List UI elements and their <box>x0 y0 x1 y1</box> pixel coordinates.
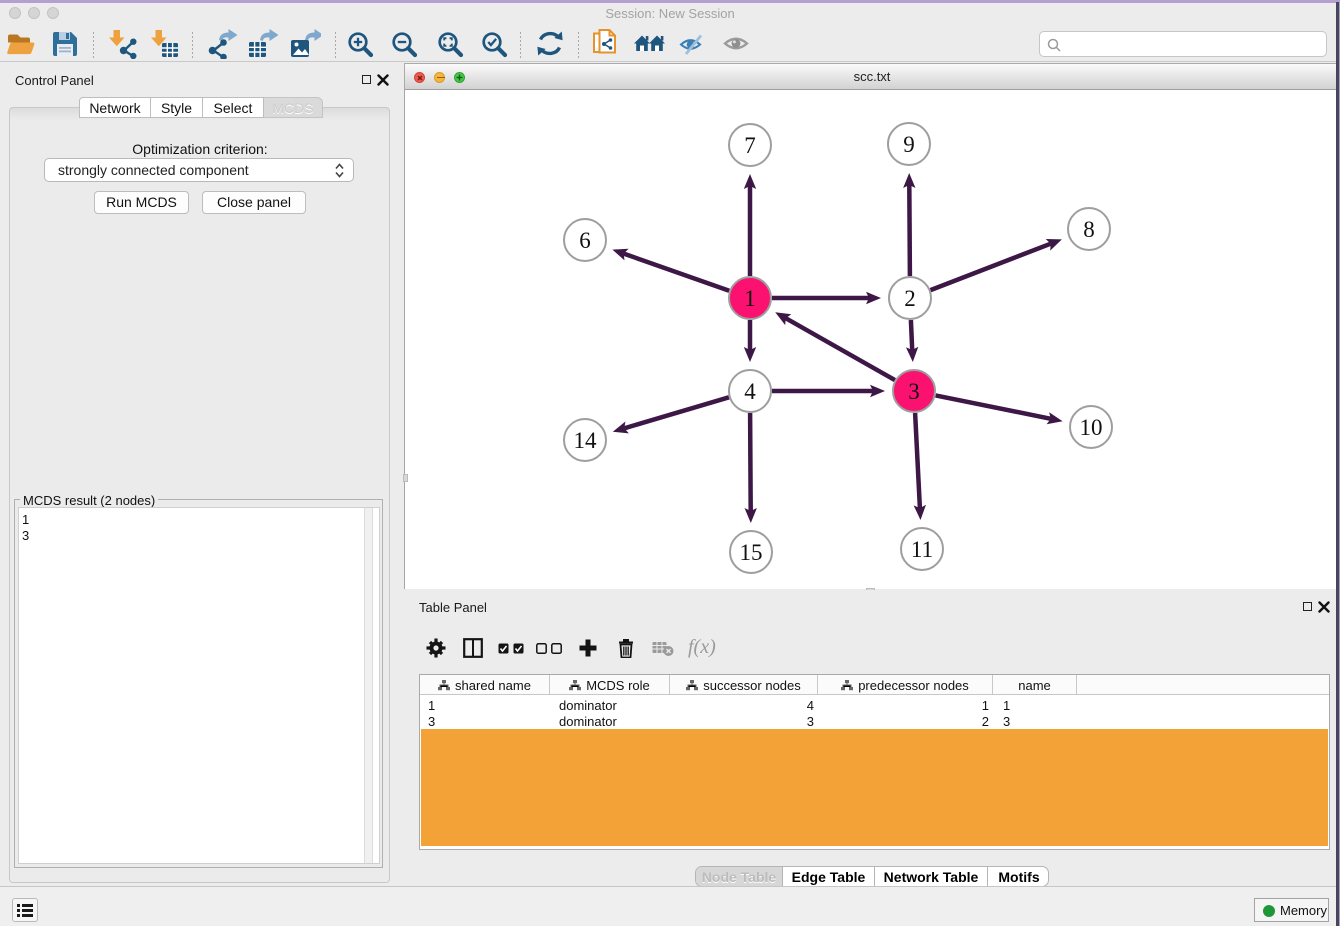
svg-text:9: 9 <box>903 132 915 157</box>
svg-text:2: 2 <box>904 286 916 311</box>
svg-text:4: 4 <box>744 379 756 404</box>
svg-text:8: 8 <box>1083 217 1095 242</box>
svg-text:11: 11 <box>911 537 933 562</box>
svg-text:7: 7 <box>744 133 756 158</box>
svg-text:6: 6 <box>579 228 591 253</box>
svg-text:1: 1 <box>744 286 756 311</box>
svg-text:14: 14 <box>574 428 598 453</box>
svg-text:10: 10 <box>1080 415 1103 440</box>
svg-text:3: 3 <box>908 379 920 404</box>
svg-text:15: 15 <box>740 540 763 565</box>
